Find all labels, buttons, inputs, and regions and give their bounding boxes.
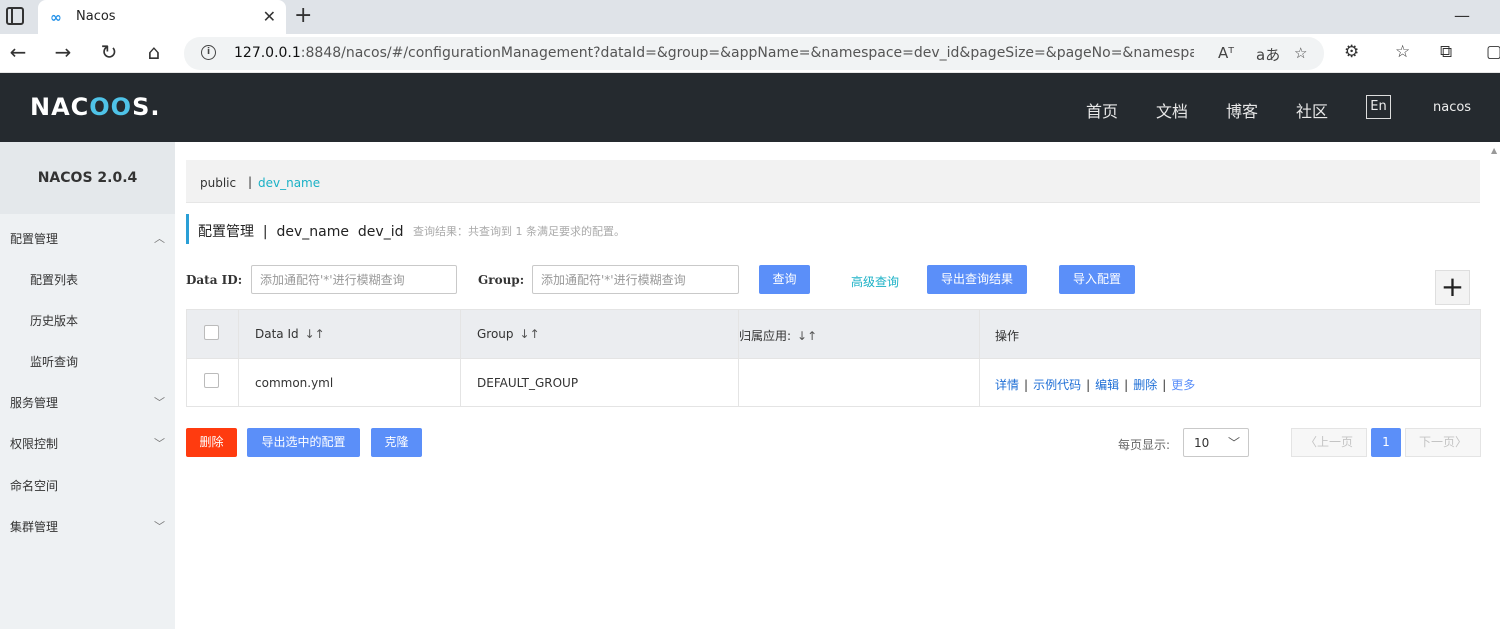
namespace-bar: public | dev_name [186,160,1480,203]
column-divider [238,310,239,406]
sidebar-item-cluster-management[interactable]: 集群管理 [10,518,58,535]
header-ops: 操作 [995,329,1020,343]
read-aloud-icon[interactable]: Aᵀ [1218,44,1234,62]
group-label: Group: [478,273,525,287]
nacos-favicon-icon: ∞ [50,10,62,26]
nav-home[interactable]: 首页 [1086,98,1118,122]
sidebar: NACOS 2.0.4 配置管理 ︿ 配置列表 历史版本 监听查询 服务管理 ﹀… [0,142,175,629]
address-bar[interactable]: i 127.0.0.1:8848/nacos/#/configurationMa… [184,37,1324,70]
browser-tab-strip: ∞ Nacos ✕ + — [0,0,1500,34]
browser-toolbar: ← → ↻ ⌂ i 127.0.0.1:8848/nacos/#/configu… [0,34,1500,73]
page-size-value: 10 [1194,436,1210,450]
namespace-dev-name[interactable]: dev_name [258,176,320,190]
more-link[interactable]: 更多 [1171,378,1195,392]
column-divider [738,310,739,406]
column-divider [979,310,980,406]
delete-button[interactable]: 删除 [186,428,237,457]
header-data-id[interactable]: Data Id ↓↑ [255,327,325,341]
sidebar-item-access-control[interactable]: 权限控制 [10,435,58,452]
extensions-icon[interactable]: ⚙ [1344,42,1359,62]
table-header [187,310,1480,358]
sidebar-item-service-management[interactable]: 服务管理 [10,394,58,411]
header-app[interactable]: 归属应用: ↓↑ [739,327,817,344]
forward-icon[interactable]: → [50,40,76,64]
chevron-right-icon: 〉 [1455,435,1468,449]
query-button[interactable]: 查询 [759,265,810,294]
config-table: Data Id ↓↑ Group ↓↑ 归属应用: ↓↑ 操作 common.yml … [186,309,1481,407]
chevron-down-icon[interactable]: ﹀ [154,394,165,410]
sort-icon[interactable]: ↓↑ [797,329,817,343]
sample-code-link[interactable]: 示例代码 [1033,378,1081,392]
next-page-button[interactable]: 下一页〉 [1405,428,1481,457]
collections-icon[interactable]: ⧉ [1440,42,1452,62]
site-info-icon[interactable]: i [201,45,216,60]
row-operations: 详情 | 示例代码 | 编辑 | 删除 | 更多 [995,378,1196,392]
chevron-up-icon[interactable]: ︿ [154,230,165,246]
new-tab-icon[interactable]: + [294,3,312,28]
sidebar-item-config-management[interactable]: 配置管理 [10,230,58,247]
row-checkbox[interactable] [204,373,219,388]
query-result-hint: 查询结果：共查询到 1 条满足要求的配置。 [413,225,625,238]
nav-blog[interactable]: 博客 [1226,98,1258,122]
app-header: NACOOS. 首页 文档 博客 社区 En nacos [0,73,1500,142]
chevron-down-icon: ﹀ [1227,436,1240,450]
sidebar-item-history[interactable]: 历史版本 [30,312,78,329]
page-size-select[interactable]: 10 ﹀ [1183,428,1249,457]
header-group[interactable]: Group ↓↑ [477,327,540,341]
prev-page-button[interactable]: 〈上一页 [1291,428,1367,457]
chevron-left-icon: 〈 [1304,435,1317,449]
page-title-accent [186,214,189,244]
namespace-separator: | [248,175,253,189]
column-divider [460,310,461,406]
sort-icon[interactable]: ↓↑ [305,327,325,341]
home-icon[interactable]: ⌂ [141,40,167,64]
cell-data-id: common.yml [255,376,334,390]
url-text[interactable]: 127.0.0.1:8848/nacos/#/configurationMana… [234,45,1194,61]
cell-group: DEFAULT_GROUP [477,376,579,390]
data-id-input[interactable] [251,265,457,294]
chevron-down-icon[interactable]: ﹀ [154,435,165,451]
sidebar-item-namespace[interactable]: 命名空间 [10,477,58,494]
nacos-logo[interactable]: NACOOS. [30,93,161,121]
nav-community[interactable]: 社区 [1296,98,1328,122]
row-divider [187,358,1480,359]
page-1-button[interactable]: 1 [1371,428,1401,457]
delete-link[interactable]: 删除 [1133,378,1157,392]
sidebar-title: NACOS 2.0.4 [0,142,175,214]
chevron-down-icon[interactable]: ﹀ [154,518,165,534]
namespace-public[interactable]: public [200,176,236,190]
profile-icon[interactable]: ▢ [1486,42,1500,62]
favorite-star-icon[interactable]: ☆ [1294,44,1307,62]
user-name[interactable]: nacos [1433,100,1471,115]
page-size-label: 每页显示: [1118,438,1171,452]
back-icon[interactable]: ← [5,40,31,64]
group-input[interactable] [532,265,739,294]
minimize-window-icon[interactable]: — [1454,6,1470,25]
tab-actions-icon[interactable] [6,7,24,25]
export-selected-button[interactable]: 导出选中的配置 [247,428,360,457]
select-all-checkbox[interactable] [204,325,219,340]
add-config-button[interactable]: + [1435,270,1470,305]
detail-link[interactable]: 详情 [995,378,1019,392]
language-switch-button[interactable]: En [1366,95,1391,119]
advanced-query-link[interactable]: 高级查询 [851,273,899,290]
sidebar-item-listener-query[interactable]: 监听查询 [30,353,78,370]
refresh-icon[interactable]: ↻ [96,40,122,64]
tab-title: Nacos [76,9,116,24]
close-tab-icon[interactable]: ✕ [263,7,276,26]
sort-icon[interactable]: ↓↑ [520,327,540,341]
clone-button[interactable]: 克隆 [371,428,422,457]
edit-link[interactable]: 编辑 [1095,378,1119,392]
page-title: 配置管理 | dev_name dev_id [198,224,404,240]
favorites-icon[interactable]: ☆ [1395,42,1410,62]
export-query-results-button[interactable]: 导出查询结果 [927,265,1027,294]
nav-docs[interactable]: 文档 [1156,98,1188,122]
sidebar-item-config-list[interactable]: 配置列表 [30,271,78,288]
translate-icon[interactable]: aあ [1256,44,1280,65]
scrollbar-up-arrow-icon[interactable]: ▲ [1491,146,1497,155]
data-id-label: Data ID: [186,273,243,287]
import-config-button[interactable]: 导入配置 [1059,265,1135,294]
browser-tab[interactable]: ∞ Nacos ✕ [38,0,286,34]
